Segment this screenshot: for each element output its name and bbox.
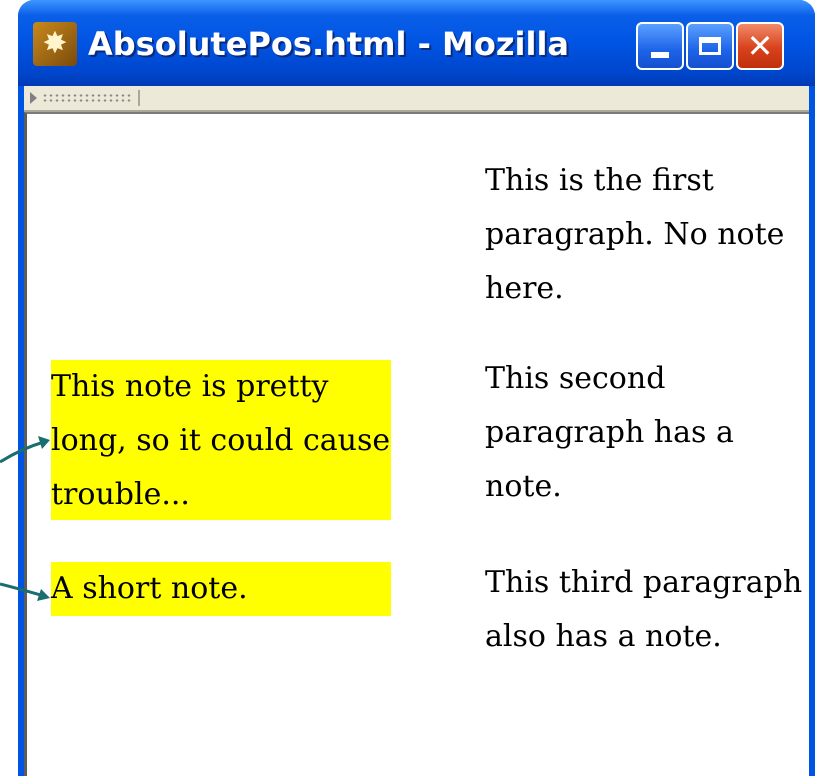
minimize-icon: [651, 52, 669, 58]
arrow-to-long-note: [0, 440, 45, 464]
paragraph-first: This is the first paragraph. No note her…: [485, 163, 785, 306]
paragraph-third: This third paragraph also has a note.: [485, 565, 803, 654]
page-content: This is the first paragraph. No note her…: [24, 112, 809, 776]
note-long: This note is pretty long, so it could ca…: [51, 360, 391, 520]
paragraph-second: This second paragraph has a note.: [485, 361, 734, 504]
annotation-arrows: [0, 436, 50, 601]
browser-window: ✸ AbsolutePos.html - Mozilla ✕ This is t…: [18, 0, 815, 776]
title-bar[interactable]: ✸ AbsolutePos.html - Mozilla ✕: [18, 0, 815, 86]
minimize-button[interactable]: [636, 22, 684, 70]
note-short: A short note.: [51, 562, 391, 616]
maximize-button[interactable]: [686, 22, 734, 70]
collapsed-toolbar: [24, 86, 809, 112]
window-title: AbsolutePos.html - Mozilla: [88, 25, 569, 63]
maximize-icon: [699, 37, 721, 55]
close-icon: ✕: [746, 27, 774, 65]
arrow-to-short-note: [0, 582, 45, 598]
close-button[interactable]: ✕: [736, 22, 784, 70]
